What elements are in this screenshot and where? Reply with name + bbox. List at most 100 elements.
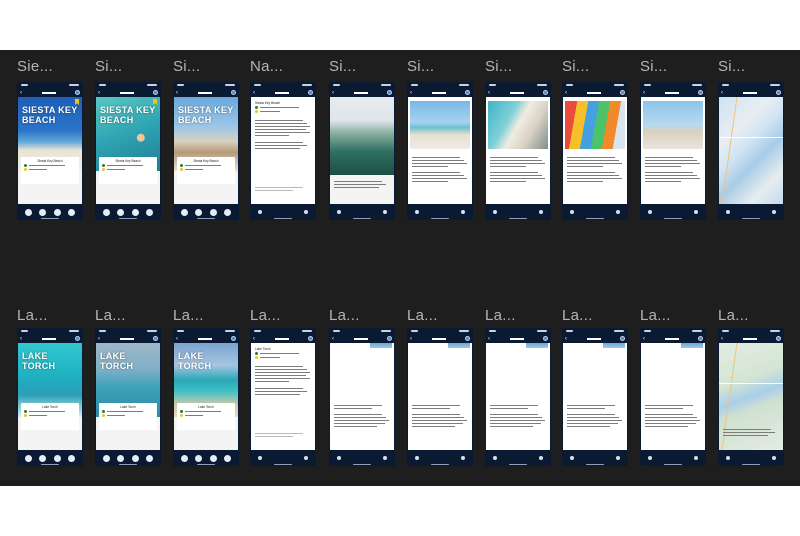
tab-pin-icon[interactable] xyxy=(337,210,341,214)
tab-info-icon[interactable] xyxy=(539,456,543,460)
back-chevron-icon[interactable]: ‹ xyxy=(253,336,255,342)
tab-saved-icon[interactable] xyxy=(131,208,139,216)
tab-info-icon[interactable] xyxy=(461,210,465,214)
back-chevron-icon[interactable]: ‹ xyxy=(643,336,645,342)
tab-profile-icon[interactable] xyxy=(146,208,154,216)
tab-pin-icon[interactable] xyxy=(570,210,574,214)
phone-frame[interactable]: ‹ Siesta Key Beach xyxy=(250,82,316,220)
back-chevron-icon[interactable]: ‹ xyxy=(721,336,723,342)
tab-home-icon[interactable] xyxy=(24,208,32,216)
phone-frame[interactable]: ‹ xyxy=(485,328,551,466)
back-chevron-icon[interactable]: ‹ xyxy=(643,90,645,96)
tab-info-icon[interactable] xyxy=(772,210,776,214)
tab-pin-icon[interactable] xyxy=(648,456,652,460)
tab-pin-icon[interactable] xyxy=(415,210,419,214)
frame-label[interactable]: Si... xyxy=(407,58,434,75)
phone-frame[interactable]: ‹ LAKE TORCH Lake Torch xyxy=(173,328,239,466)
tab-explore-icon[interactable] xyxy=(195,208,203,216)
phone-frame[interactable]: ‹ SIESTA KEY BEACH Siesta Key Beach xyxy=(95,82,161,220)
location-card[interactable]: Siesta Key Beach xyxy=(21,157,79,184)
tab-pin-icon[interactable] xyxy=(726,210,730,214)
tab-pin-icon[interactable] xyxy=(493,210,497,214)
location-card[interactable]: Lake Torch xyxy=(99,403,157,430)
back-chevron-icon[interactable]: ‹ xyxy=(98,90,100,96)
frame-label[interactable]: Si... xyxy=(485,58,512,75)
globe-icon[interactable] xyxy=(75,336,80,341)
tab-pin-icon[interactable] xyxy=(258,456,262,460)
tab-info-icon[interactable] xyxy=(694,210,698,214)
tab-info-icon[interactable] xyxy=(616,456,620,460)
globe-icon[interactable] xyxy=(153,336,158,341)
location-card[interactable]: Siesta Key Beach xyxy=(177,157,235,184)
frame-label[interactable]: La... xyxy=(562,307,593,324)
tab-home-icon[interactable] xyxy=(24,454,32,462)
tab-explore-icon[interactable] xyxy=(117,208,125,216)
phone-frame[interactable]: ‹ LAKE TORCH Lake Torch xyxy=(17,328,83,466)
location-card[interactable]: Lake Torch xyxy=(177,403,235,430)
frame-label[interactable]: La... xyxy=(95,307,126,324)
globe-icon[interactable] xyxy=(620,336,625,341)
phone-frame[interactable]: ‹ xyxy=(640,328,706,466)
back-chevron-icon[interactable]: ‹ xyxy=(176,336,178,342)
frame-label[interactable]: La... xyxy=(329,307,360,324)
tab-pin-icon[interactable] xyxy=(415,456,419,460)
location-card[interactable]: Lake Torch xyxy=(21,403,79,430)
tab-info-icon[interactable] xyxy=(383,456,387,460)
tab-saved-icon[interactable] xyxy=(53,208,61,216)
globe-icon[interactable] xyxy=(231,90,236,95)
back-chevron-icon[interactable]: ‹ xyxy=(410,336,412,342)
phone-frame[interactable]: ‹ SIESTA KEY BEACH Siesta Key Beach xyxy=(173,82,239,220)
frame-label[interactable]: La... xyxy=(640,307,671,324)
tab-home-icon[interactable] xyxy=(180,454,188,462)
phone-frame[interactable]: ‹ xyxy=(407,328,473,466)
frame-label[interactable]: Si... xyxy=(640,58,667,75)
frame-label[interactable]: Si... xyxy=(173,58,200,75)
globe-icon[interactable] xyxy=(465,90,470,95)
back-chevron-icon[interactable]: ‹ xyxy=(488,336,490,342)
back-chevron-icon[interactable]: ‹ xyxy=(565,90,567,96)
phone-frame[interactable]: ‹ xyxy=(329,328,395,466)
frame-label[interactable]: Si... xyxy=(329,58,356,75)
globe-icon[interactable] xyxy=(387,90,392,95)
phone-frame[interactable]: ‹ Lake Torch xyxy=(250,328,316,466)
tab-pin-icon[interactable] xyxy=(337,456,341,460)
tab-saved-icon[interactable] xyxy=(53,454,61,462)
tab-explore-icon[interactable] xyxy=(39,454,47,462)
back-chevron-icon[interactable]: ‹ xyxy=(176,90,178,96)
tab-info-icon[interactable] xyxy=(383,210,387,214)
back-chevron-icon[interactable]: ‹ xyxy=(488,90,490,96)
phone-frame[interactable]: ‹ SIESTA KEY BEACH Siesta Key Beach xyxy=(17,82,83,220)
tab-profile-icon[interactable] xyxy=(68,454,76,462)
tab-profile-icon[interactable] xyxy=(224,454,232,462)
globe-icon[interactable] xyxy=(776,90,781,95)
frame-label[interactable]: La... xyxy=(250,307,281,324)
tab-home-icon[interactable] xyxy=(180,208,188,216)
tab-profile-icon[interactable] xyxy=(146,454,154,462)
frame-label[interactable]: Si... xyxy=(562,58,589,75)
tab-profile-icon[interactable] xyxy=(68,208,76,216)
back-chevron-icon[interactable]: ‹ xyxy=(721,90,723,96)
tab-saved-icon[interactable] xyxy=(209,208,217,216)
back-chevron-icon[interactable]: ‹ xyxy=(410,90,412,96)
globe-icon[interactable] xyxy=(698,90,703,95)
phone-frame[interactable]: ‹ LAKE TORCH Lake Torch xyxy=(95,328,161,466)
frame-label[interactable]: Sie... xyxy=(17,58,53,75)
tab-pin-icon[interactable] xyxy=(493,456,497,460)
back-chevron-icon[interactable]: ‹ xyxy=(20,90,22,96)
tab-info-icon[interactable] xyxy=(461,456,465,460)
frame-label[interactable]: La... xyxy=(407,307,438,324)
phone-frame[interactable]: ‹ xyxy=(718,328,784,466)
back-chevron-icon[interactable]: ‹ xyxy=(253,90,255,96)
globe-icon[interactable] xyxy=(543,90,548,95)
tab-info-icon[interactable] xyxy=(616,210,620,214)
tab-info-icon[interactable] xyxy=(772,456,776,460)
back-chevron-icon[interactable]: ‹ xyxy=(98,336,100,342)
tab-pin-icon[interactable] xyxy=(570,456,574,460)
tab-saved-icon[interactable] xyxy=(209,454,217,462)
tab-explore-icon[interactable] xyxy=(39,208,47,216)
globe-icon[interactable] xyxy=(308,336,313,341)
back-chevron-icon[interactable]: ‹ xyxy=(332,336,334,342)
tab-pin-icon[interactable] xyxy=(726,456,730,460)
globe-icon[interactable] xyxy=(620,90,625,95)
tab-info-icon[interactable] xyxy=(304,210,308,214)
